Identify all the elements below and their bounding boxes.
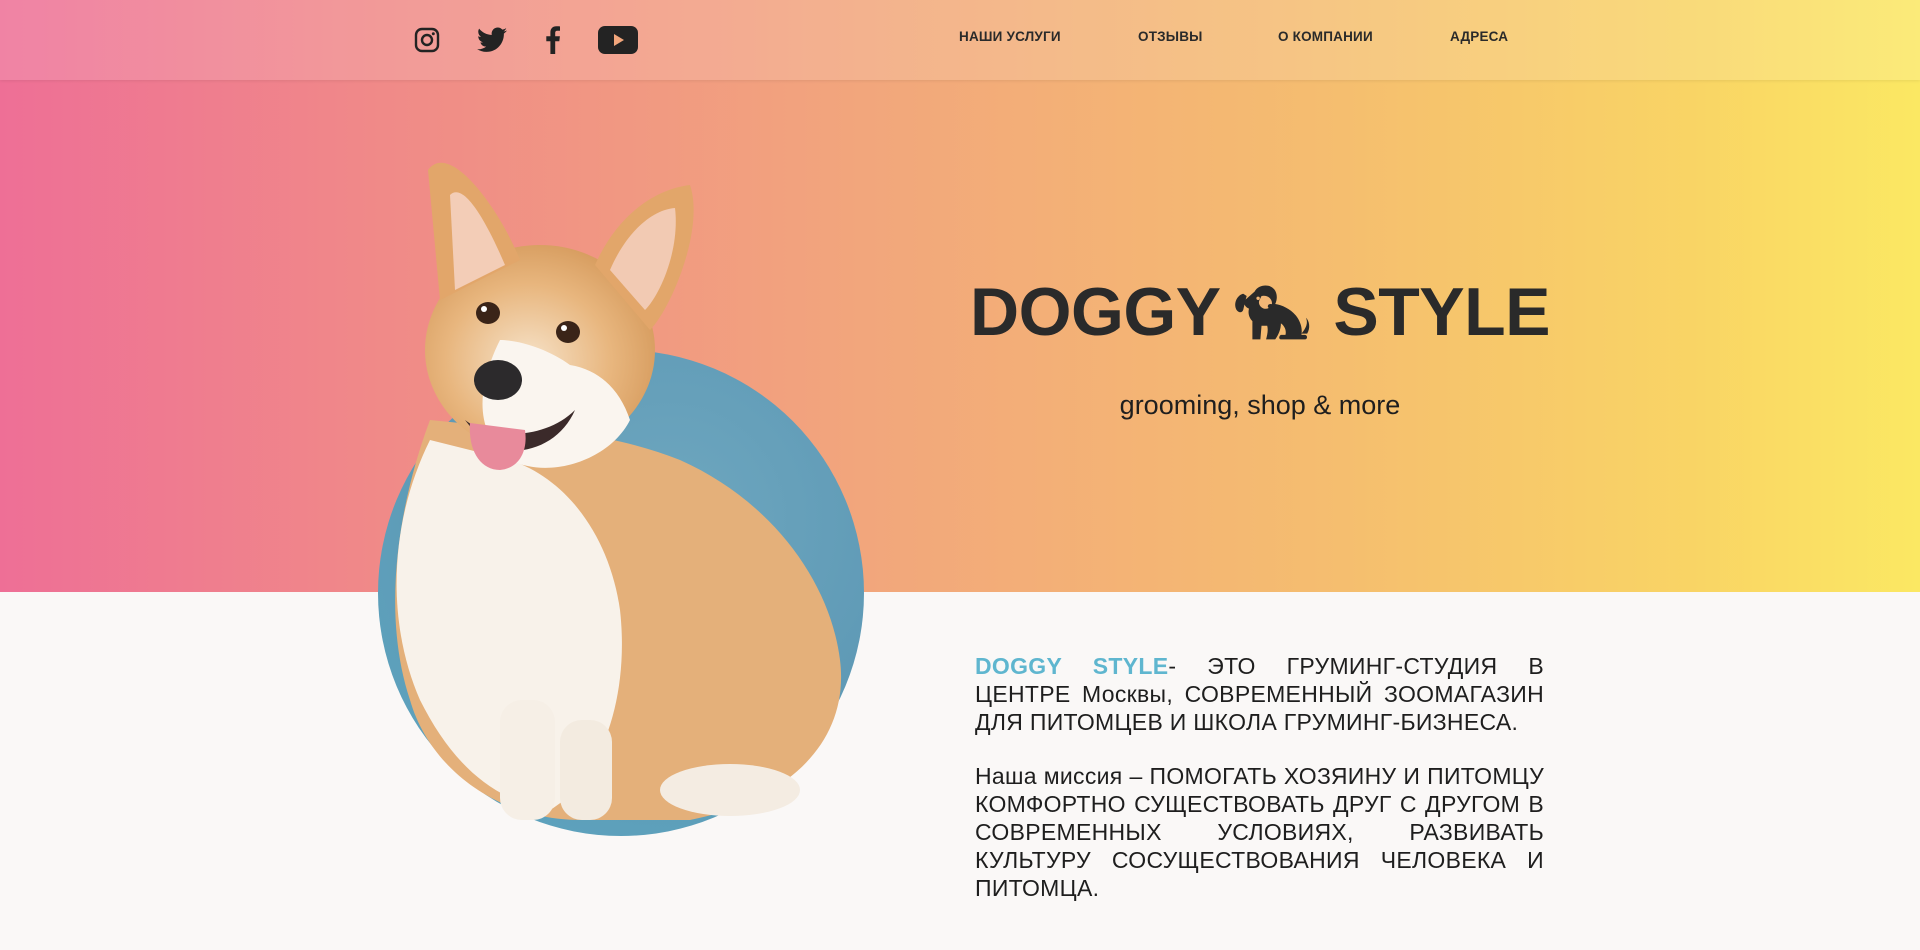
brand-logo: DOGGY STYLE [970, 262, 1550, 362]
site-header: НАШИ УСЛУГИ ОТЗЫВЫ О КОМПАНИИ АДРЕСА [0, 0, 1920, 80]
youtube-icon[interactable] [598, 24, 638, 56]
logo-text-left: DOGGY [970, 274, 1221, 350]
instagram-icon[interactable] [413, 24, 441, 56]
twitter-icon[interactable] [476, 24, 508, 56]
facebook-icon[interactable] [544, 24, 562, 56]
nav-reviews[interactable]: ОТЗЫВЫ [1138, 29, 1203, 44]
about-mission: Наша миссия – ПОМОГАТЬ ХОЗЯИНУ И ПИТОМЦУ… [975, 763, 1544, 901]
about-intro: DOGGY STYLE- ЭТО ГРУМИНГ-СТУДИЯ В ЦЕНТРЕ… [975, 652, 1544, 736]
dog-logo-icon [1234, 285, 1309, 340]
nav-about[interactable]: О КОМПАНИИ [1278, 29, 1373, 44]
tagline: grooming, shop & more [1119, 390, 1401, 420]
corgi-photo [395, 162, 842, 820]
logo-text-right: STYLE [1333, 274, 1550, 350]
hero-background [0, 0, 1920, 592]
about-section: DOGGY STYLE- ЭТО ГРУМИНГ-СТУДИЯ В ЦЕНТРЕ… [975, 652, 1544, 902]
nav-services[interactable]: НАШИ УСЛУГИ [959, 29, 1061, 44]
nav-addresses[interactable]: АДРЕСА [1450, 29, 1508, 44]
brand-name-highlight: DOGGY STYLE [975, 653, 1169, 679]
